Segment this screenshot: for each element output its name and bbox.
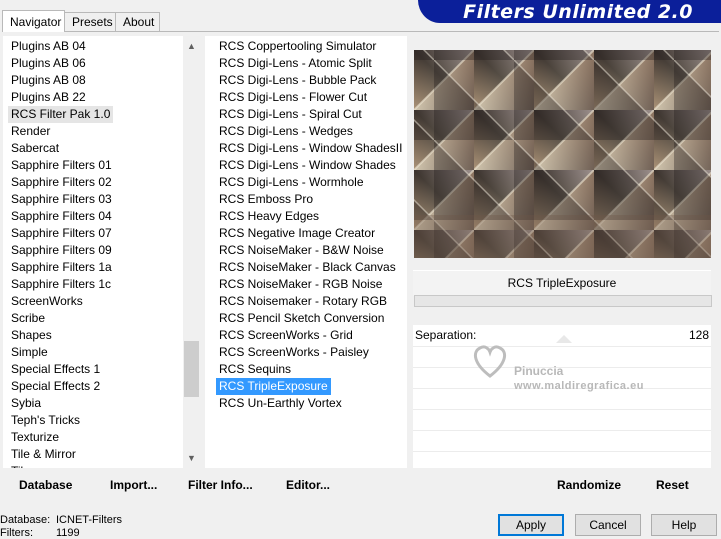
filter-item[interactable]: RCS NoiseMaker - Black Canvas — [216, 259, 399, 276]
slider-thumb-icon[interactable] — [556, 335, 572, 343]
filter-item[interactable]: RCS ScreenWorks - Grid — [216, 327, 356, 344]
category-item[interactable]: Texturize — [8, 429, 62, 446]
category-item[interactable]: Plugins AB 08 — [8, 72, 89, 89]
category-scrollbar[interactable]: ▲ ▼ — [183, 36, 200, 468]
category-item[interactable]: Special Effects 2 — [8, 378, 103, 395]
import-button[interactable]: Import... — [110, 474, 157, 496]
empty-slider-row — [413, 451, 711, 473]
category-item[interactable]: Plugins AB 04 — [8, 38, 89, 55]
category-item[interactable]: Tile & Mirror — [8, 446, 79, 463]
filter-item[interactable]: RCS Un-Earthly Vortex — [216, 395, 345, 412]
category-item[interactable]: Simple — [8, 344, 51, 361]
category-item[interactable]: RCS Filter Pak 1.0 — [8, 106, 114, 123]
title-banner: Filters Unlimited 2.0 — [418, 0, 721, 23]
filter-preview-image — [414, 50, 711, 258]
scroll-thumb[interactable] — [184, 341, 199, 397]
editor-button[interactable]: Editor... — [286, 474, 330, 496]
filter-item[interactable]: RCS Digi-Lens - Bubble Pack — [216, 72, 379, 89]
tab-about[interactable]: About — [115, 12, 160, 31]
category-item[interactable]: Shapes — [8, 327, 55, 344]
category-item[interactable]: Sapphire Filters 09 — [8, 242, 115, 259]
filter-item[interactable]: RCS Heavy Edges — [216, 208, 322, 225]
category-item[interactable]: Sapphire Filters 04 — [8, 208, 115, 225]
scroll-down-icon[interactable]: ▼ — [183, 450, 200, 466]
separation-slider[interactable]: Separation: 128 — [413, 325, 711, 346]
heart-logo-icon — [473, 345, 507, 378]
filter-item[interactable]: RCS TripleExposure — [216, 378, 331, 395]
filter-item[interactable]: RCS Digi-Lens - Window ShadesII — [216, 140, 405, 157]
current-filter-name: RCS TripleExposure — [413, 270, 711, 296]
filter-list[interactable]: RCS Coppertooling Simulator RCS Digi-Lens… — [205, 36, 407, 468]
category-item[interactable]: Sybia — [8, 395, 44, 412]
separation-label: Separation: — [415, 328, 477, 342]
category-item[interactable]: Scribe — [8, 310, 48, 327]
frame-divider — [2, 31, 719, 32]
tab-navigator[interactable]: Navigator — [2, 10, 65, 32]
filters-count-value: 1199 — [56, 527, 80, 539]
filter-info-button[interactable]: Filter Info... — [188, 474, 253, 496]
filter-item[interactable]: RCS Coppertooling Simulator — [216, 38, 379, 55]
database-button[interactable]: Database — [19, 474, 72, 496]
filter-item[interactable]: RCS Pencil Sketch Conversion — [216, 310, 387, 327]
empty-slider-row — [413, 430, 711, 452]
empty-slider-row — [413, 409, 711, 431]
database-value: ICNET-Filters — [56, 514, 122, 526]
progress-bar — [414, 295, 712, 307]
category-item[interactable]: ScreenWorks — [8, 293, 86, 310]
category-item[interactable]: Sapphire Filters 1a — [8, 259, 115, 276]
watermark-site: www.maldiregrafica.eu — [514, 380, 644, 392]
banner-title: Filters Unlimited 2.0 — [463, 1, 693, 23]
database-label: Database: — [0, 514, 51, 526]
category-item[interactable]: Sapphire Filters 02 — [8, 174, 115, 191]
category-item[interactable]: Sapphire Filters 01 — [8, 157, 115, 174]
watermark-name: Pinuccia — [514, 364, 564, 378]
scroll-up-icon[interactable]: ▲ — [183, 38, 200, 54]
filters-count-label: Filters: — [0, 527, 33, 539]
category-item[interactable]: Plugins AB 06 — [8, 55, 89, 72]
category-item[interactable]: Special Effects 1 — [8, 361, 103, 378]
filter-item[interactable]: RCS Digi-Lens - Flower Cut — [216, 89, 370, 106]
filter-item[interactable]: RCS Sequins — [216, 361, 294, 378]
category-item[interactable]: Teph's Tricks — [8, 412, 83, 429]
filter-item[interactable]: RCS NoiseMaker - RGB Noise — [216, 276, 385, 293]
category-item[interactable]: Render — [8, 123, 53, 140]
filter-item[interactable]: RCS Digi-Lens - Atomic Split — [216, 55, 375, 72]
parameter-area[interactable]: Separation: 128 — [413, 325, 711, 468]
category-item[interactable]: Sapphire Filters 03 — [8, 191, 115, 208]
category-item[interactable]: Plugins AB 22 — [8, 89, 89, 106]
filter-item[interactable]: RCS Digi-Lens - Spiral Cut — [216, 106, 365, 123]
filter-item[interactable]: RCS Noisemaker - Rotary RGB — [216, 293, 390, 310]
filter-item[interactable]: RCS Digi-Lens - Wormhole — [216, 174, 367, 191]
filter-item[interactable]: RCS NoiseMaker - B&W Noise — [216, 242, 387, 259]
filter-item[interactable]: RCS Digi-Lens - Window Shades — [216, 157, 399, 174]
tab-presets[interactable]: Presets — [64, 12, 116, 31]
filter-item[interactable]: RCS Emboss Pro — [216, 191, 316, 208]
filter-item[interactable]: RCS Negative Image Creator — [216, 225, 378, 242]
randomize-button[interactable]: Randomize — [557, 474, 621, 496]
reset-button[interactable]: Reset — [656, 474, 689, 496]
category-list[interactable]: Plugins AB 04 Plugins AB 06 Plugins AB 08 P… — [3, 36, 184, 468]
category-item[interactable]: Sapphire Filters 07 — [8, 225, 115, 242]
category-item[interactable]: Sabercat — [8, 140, 62, 157]
filter-item[interactable]: RCS Digi-Lens - Wedges — [216, 123, 356, 140]
separation-value: 128 — [688, 328, 709, 342]
category-item[interactable]: Sapphire Filters 1c — [8, 276, 114, 293]
filter-item[interactable]: RCS ScreenWorks - Paisley — [216, 344, 372, 361]
